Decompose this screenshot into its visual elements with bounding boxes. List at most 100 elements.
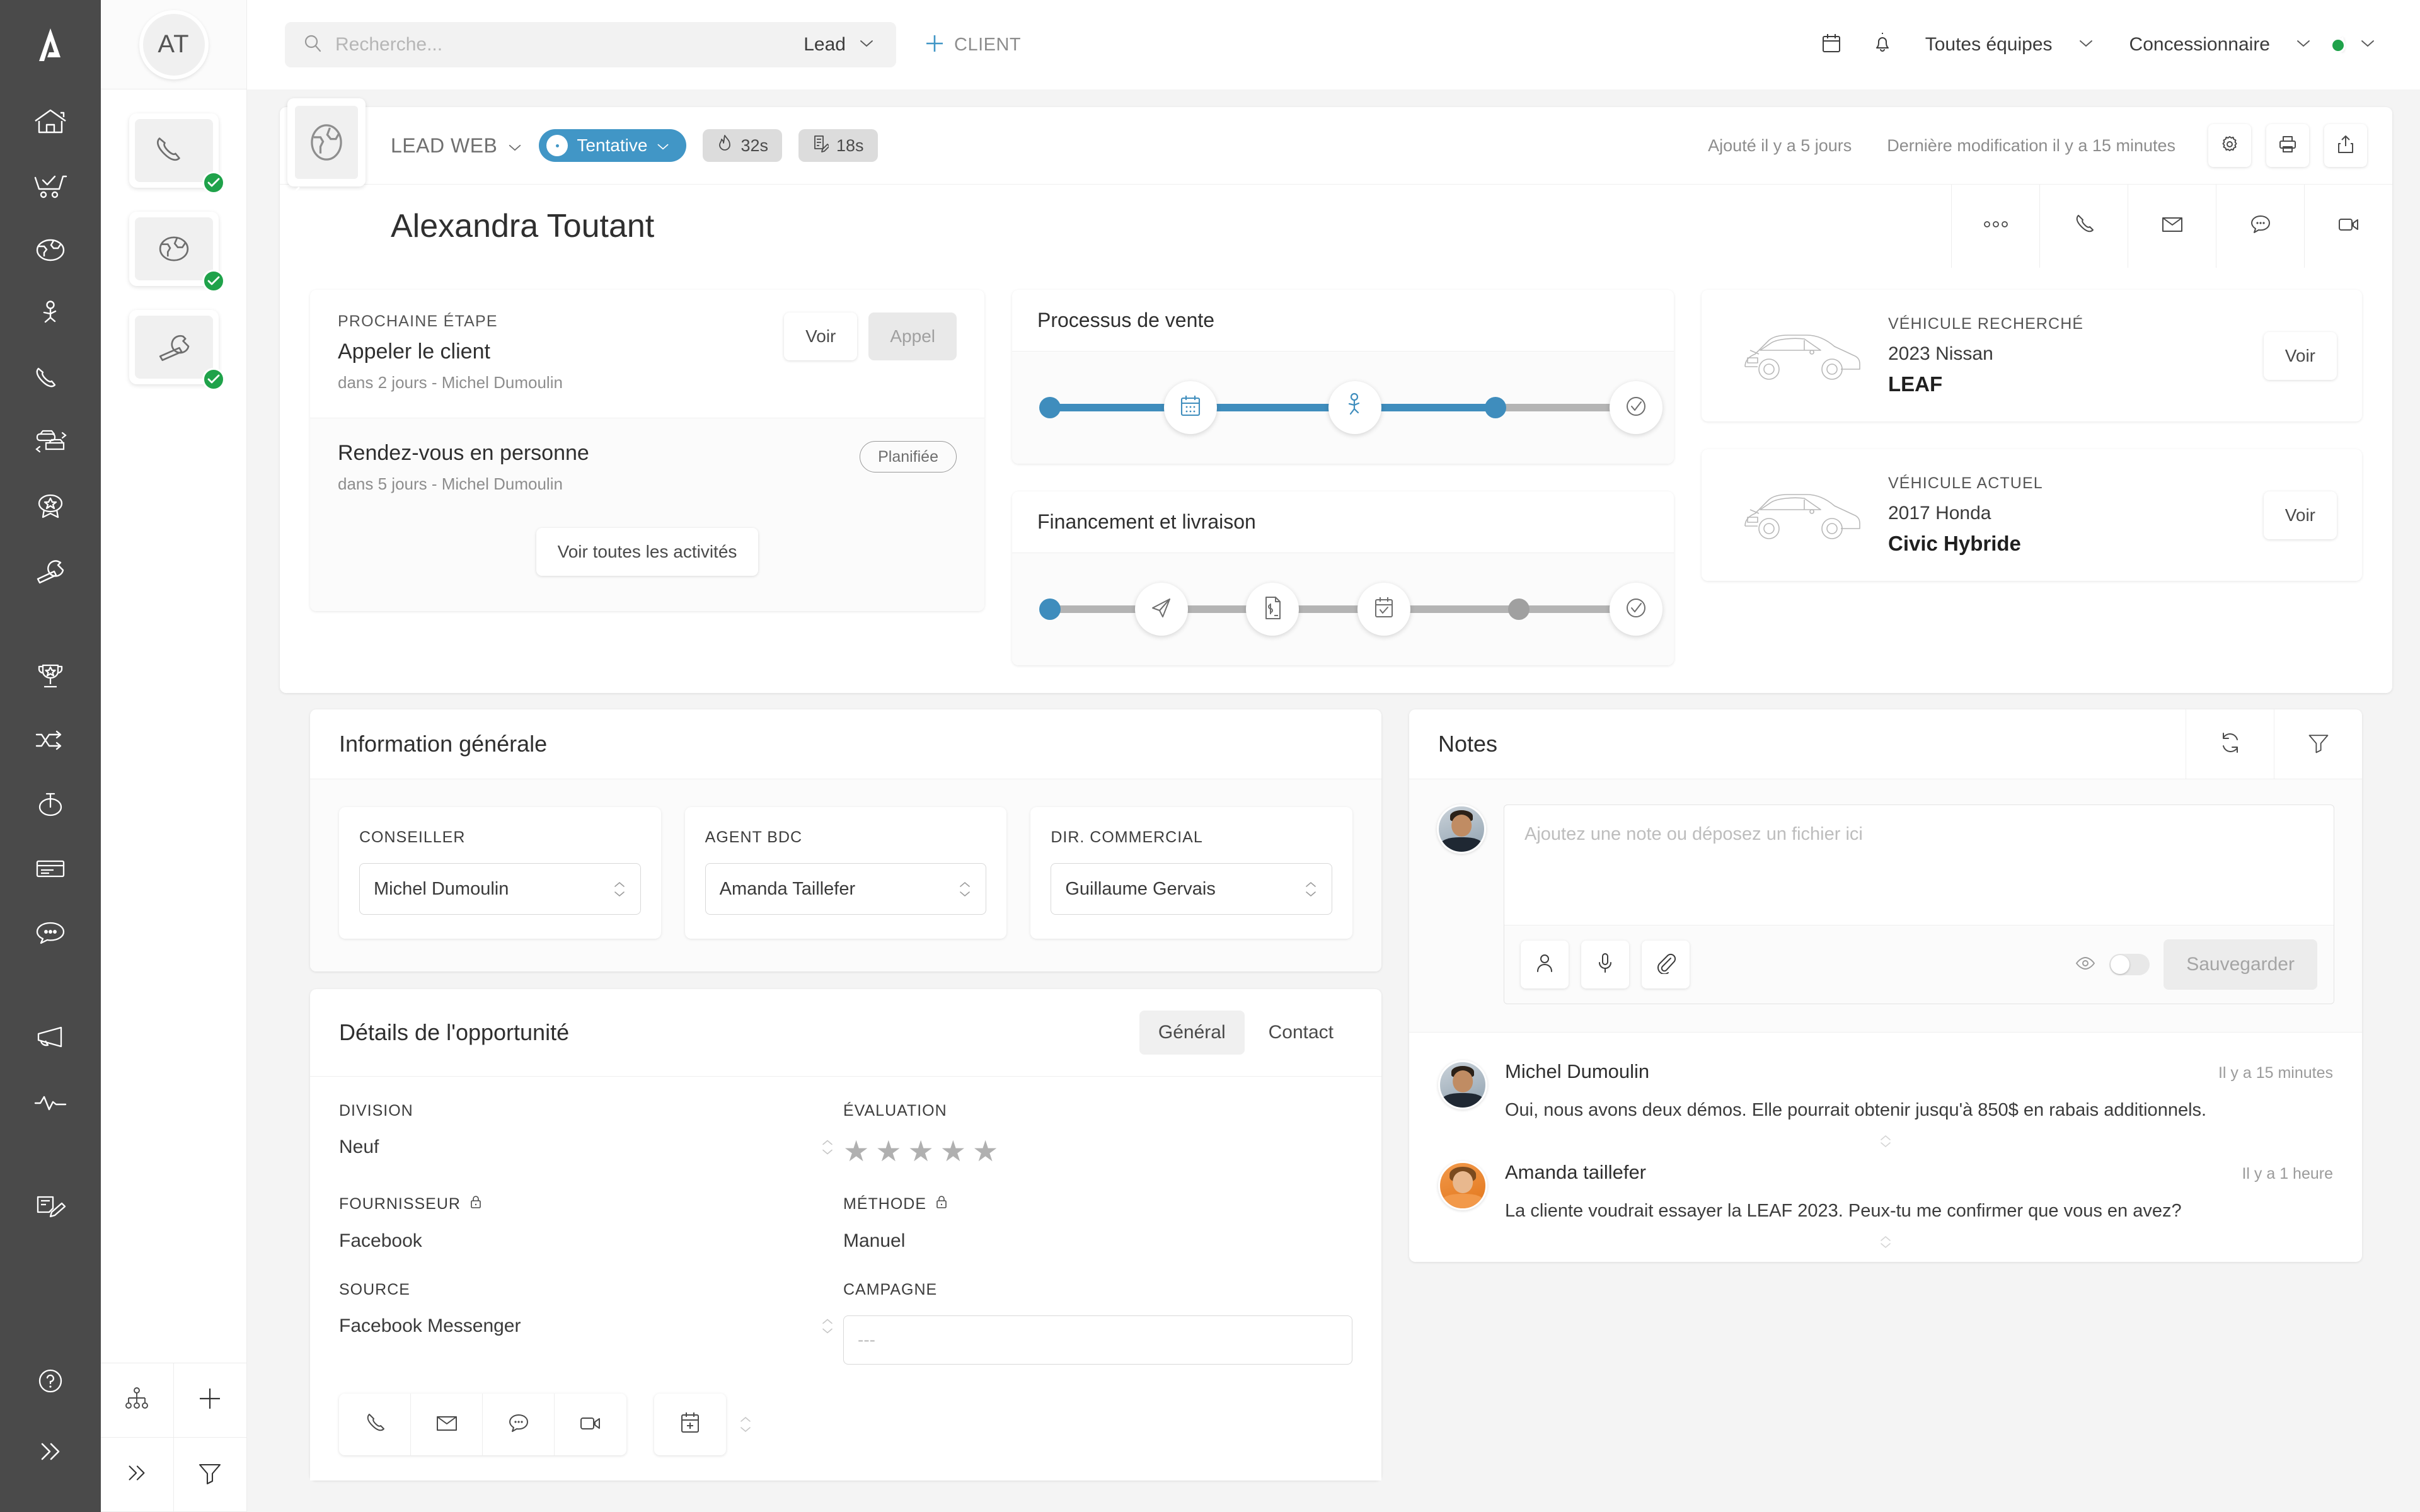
filter-notes-button[interactable] <box>2274 709 2362 779</box>
channel-tile-service[interactable] <box>129 310 225 391</box>
agent-bdc-select[interactable]: Amanda Taillefer <box>705 863 987 915</box>
view-vehicle-button[interactable]: Voir <box>2263 331 2337 380</box>
org-tree-button[interactable] <box>101 1363 174 1438</box>
attach-file-button[interactable] <box>1642 941 1690 988</box>
tab-contact[interactable]: Contact <box>1250 1011 1352 1055</box>
view-vehicle-button[interactable]: Voir <box>2263 491 2337 539</box>
field-evaluation: ÉVALUATION ★ ★ ★ ★ ★ <box>843 1102 1352 1166</box>
sidebar-item-inventory[interactable] <box>0 837 101 901</box>
search-bar[interactable]: Recherche... Lead <box>285 22 896 67</box>
rail-expand-button[interactable] <box>0 1416 101 1487</box>
voice-note-button[interactable] <box>1581 941 1629 988</box>
track <box>1039 381 1662 434</box>
sidebar-item-shuffle[interactable] <box>0 708 101 772</box>
email-button[interactable] <box>2128 184 2216 268</box>
email-button[interactable] <box>411 1394 483 1455</box>
sidebar-item-campaign[interactable] <box>0 1005 101 1070</box>
role-selector[interactable]: Concessionnaire <box>2112 34 2329 55</box>
team-selector[interactable]: Toutes équipes <box>1908 34 2112 55</box>
refresh-notes-button[interactable] <box>2186 709 2274 779</box>
sidebar-item-sales[interactable] <box>0 154 101 218</box>
sidebar-item-walk-in[interactable] <box>0 282 101 346</box>
star-icon[interactable]: ★ <box>875 1137 901 1166</box>
vehicle-label: VÉHICULE RECHERCHÉ <box>1888 315 2084 333</box>
channel-tile-phone[interactable] <box>129 113 225 194</box>
process-node-complete[interactable] <box>1610 583 1662 636</box>
add-button[interactable] <box>173 1363 246 1438</box>
search-scope-value[interactable]: Lead <box>804 34 846 55</box>
note-text: Oui, nous avons deux démos. Elle pourrai… <box>1505 1100 2207 1120</box>
panel-expand-button[interactable] <box>101 1438 174 1512</box>
chevron-down-icon[interactable] <box>858 38 875 52</box>
star-icon[interactable]: ★ <box>843 1137 869 1166</box>
visibility-toggle[interactable] <box>2109 954 2150 975</box>
sidebar-item-analytics[interactable] <box>0 1070 101 1134</box>
sidebar-item-esign[interactable] <box>0 1174 101 1239</box>
sms-button[interactable] <box>2216 184 2304 268</box>
save-note-button[interactable]: Sauvegarder <box>2164 939 2317 990</box>
printer-icon <box>2278 134 2298 158</box>
process-node-delivery[interactable] <box>1357 583 1411 636</box>
sidebar-item-trophy[interactable] <box>0 644 101 708</box>
star-icon[interactable]: ★ <box>972 1137 998 1166</box>
notifications-button[interactable] <box>1857 32 1908 59</box>
filter-button[interactable] <box>173 1438 246 1512</box>
more-actions-button[interactable] <box>1951 184 2039 268</box>
view-all-activities-button[interactable]: Voir toutes les activités <box>536 528 759 576</box>
sms-button[interactable] <box>483 1394 555 1455</box>
tab-general[interactable]: Général <box>1139 1011 1245 1055</box>
app-logo[interactable] <box>0 0 101 89</box>
stepper-icon[interactable] <box>739 1416 752 1433</box>
help-button[interactable] <box>0 1346 101 1416</box>
process-node-appointment[interactable] <box>1164 381 1218 434</box>
process-node-walkin[interactable] <box>1328 381 1381 434</box>
sidebar-item-phone[interactable] <box>0 346 101 411</box>
view-button[interactable]: Voir <box>784 312 858 360</box>
rating-stars[interactable]: ★ ★ ★ ★ ★ <box>843 1137 1352 1166</box>
process-node-send[interactable] <box>1134 583 1188 636</box>
sidebar-item-loyalty[interactable] <box>0 475 101 539</box>
process-node-finance-doc[interactable] <box>1246 583 1299 636</box>
note-textarea[interactable]: Ajoutez une note ou déposez un fichier i… <box>1504 805 2334 925</box>
sidebar-item-home[interactable] <box>0 89 101 154</box>
mail-icon <box>2160 214 2184 238</box>
sidebar-item-web-lead[interactable] <box>0 218 101 282</box>
status-badge[interactable]: Tentative <box>539 129 687 162</box>
sidebar-item-service[interactable] <box>0 539 101 604</box>
value-text: Manuel <box>843 1230 906 1251</box>
note-input-box[interactable]: Ajoutez une note ou déposez un fichier i… <box>1504 805 2334 1004</box>
eye-icon[interactable] <box>2075 956 2095 973</box>
dir-commercial-select[interactable]: Guillaume Gervais <box>1051 863 1333 915</box>
channel-tile-web[interactable] <box>77 212 225 292</box>
video-call-button[interactable] <box>555 1394 626 1455</box>
division-value[interactable]: Neuf <box>339 1137 843 1158</box>
note-author: Amanda taillefer <box>1505 1161 1647 1184</box>
user-menu[interactable] <box>2331 37 2346 53</box>
call-action-button[interactable]: Appel <box>868 312 957 360</box>
stopwatch-icon <box>34 790 67 819</box>
conseiller-select[interactable]: Michel Dumoulin <box>359 863 641 915</box>
star-icon[interactable]: ★ <box>940 1137 966 1166</box>
activity-status-badge[interactable]: Planifiée <box>860 441 957 472</box>
sidebar-item-stopwatch[interactable] <box>0 772 101 837</box>
lead-type-selector[interactable]: LEAD WEB <box>391 134 522 158</box>
video-call-button[interactable] <box>2304 184 2392 268</box>
mention-person-button[interactable] <box>1521 941 1569 988</box>
share-button[interactable] <box>2324 124 2367 167</box>
settings-button[interactable] <box>2208 124 2251 167</box>
sidebar-item-trade-in[interactable] <box>0 411 101 475</box>
search-input[interactable]: Recherche... <box>335 34 791 55</box>
add-client-button[interactable]: CLIENT <box>924 33 1021 57</box>
lead-photo[interactable] <box>287 98 366 200</box>
process-node-complete[interactable] <box>1610 381 1662 434</box>
calendar-button[interactable] <box>1806 32 1857 58</box>
add-appointment-button[interactable] <box>654 1394 726 1455</box>
star-icon[interactable]: ★ <box>908 1137 934 1166</box>
campaign-input[interactable]: --- <box>843 1315 1352 1365</box>
call-button[interactable] <box>2039 184 2128 268</box>
sidebar-item-chat[interactable] <box>0 901 101 965</box>
print-button[interactable] <box>2266 124 2309 167</box>
user-menu-chevron[interactable] <box>2344 38 2391 52</box>
call-button[interactable] <box>339 1394 411 1455</box>
source-value[interactable]: Facebook Messenger <box>339 1315 843 1337</box>
